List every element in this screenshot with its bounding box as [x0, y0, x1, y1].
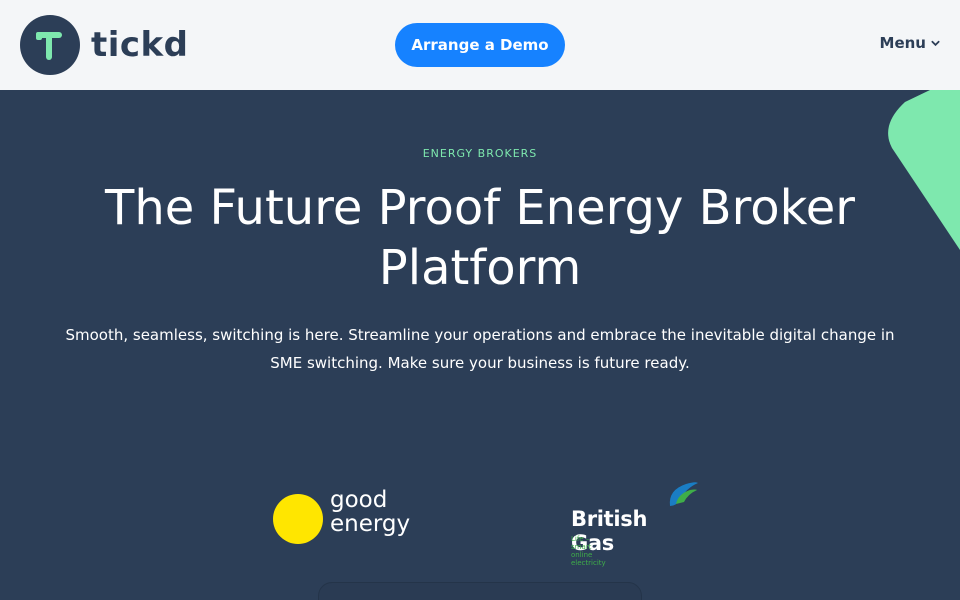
- sun-circle-icon: [273, 494, 323, 544]
- tickd-logo[interactable]: tickd: [20, 15, 189, 75]
- eyebrow-label: ENERGY BROKERS: [422, 147, 538, 160]
- menu-label: Menu: [879, 34, 926, 52]
- hero-section: ENERGY BROKERS The Future Proof Energy B…: [0, 90, 960, 600]
- chevron-down-icon: [931, 40, 940, 46]
- good-energy-wordmark: good energy: [330, 488, 410, 536]
- partner-card: [318, 582, 642, 600]
- site-header: tickd Arrange a Demo Menu: [0, 0, 960, 90]
- menu-button[interactable]: Menu: [880, 34, 940, 52]
- page-title: The Future Proof Energy Broker Platform: [105, 180, 855, 296]
- flame-icon: [669, 482, 698, 506]
- good-energy-line1: good: [330, 487, 388, 513]
- arrange-demo-button[interactable]: Arrange a Demo: [395, 23, 565, 67]
- tickd-logo-icon: [20, 15, 80, 75]
- hero-subtitle: Smooth, seamless, switching is here. Str…: [65, 326, 895, 372]
- logo-text: tickd: [91, 25, 189, 65]
- british-gas-tagline: Life – smart online electricity: [571, 535, 606, 567]
- good-energy-line2: energy: [330, 511, 411, 537]
